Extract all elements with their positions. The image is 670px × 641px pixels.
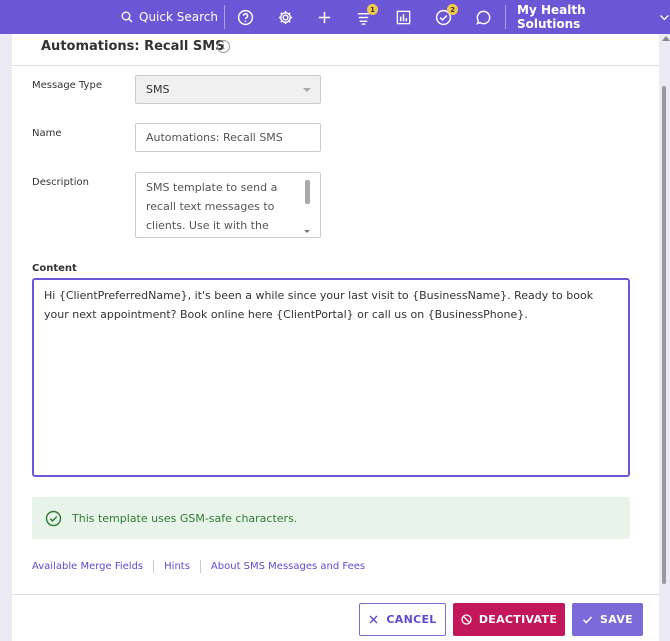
queue-icon[interactable]: 1	[354, 4, 378, 26]
template-editor-card: Automations: Recall SMS i Message Type S…	[12, 34, 659, 641]
name-label: Name	[32, 128, 62, 139]
link-divider	[199, 560, 201, 573]
save-label: SAVE	[600, 613, 633, 626]
cancel-label: CANCEL	[386, 613, 437, 626]
search-icon	[121, 11, 133, 23]
content-label: Content	[32, 263, 77, 274]
gsm-safe-notice: This template uses GSM-safe characters.	[32, 497, 630, 539]
deactivate-button[interactable]: DEACTIVATE	[453, 603, 565, 636]
close-icon	[369, 615, 378, 624]
reports-icon[interactable]	[394, 8, 412, 26]
hints-link[interactable]: Hints	[164, 561, 190, 572]
quick-search-button[interactable]: Quick Search	[121, 0, 218, 34]
scroll-down-arrow-icon[interactable]	[304, 230, 310, 233]
available-merge-fields-link[interactable]: Available Merge Fields	[32, 561, 143, 572]
description-text: SMS template to send a recall text messa…	[146, 181, 278, 232]
action-footer: CANCEL DEACTIVATE SAVE	[12, 594, 659, 641]
queue-count-badge: 1	[367, 4, 378, 15]
top-navigation-bar: Quick Search 1 2 My Health Solutions	[0, 0, 670, 34]
plus-icon[interactable]	[315, 8, 333, 26]
gsm-notice-text: This template uses GSM-safe characters.	[72, 511, 298, 525]
message-type-select[interactable]: SMS	[135, 75, 321, 104]
description-textarea[interactable]: SMS template to send a recall text messa…	[135, 172, 321, 238]
content-textarea[interactable]: Hi {ClientPreferredName}, it's been a wh…	[32, 278, 630, 477]
chevron-down-icon	[660, 14, 670, 20]
page-scrollbar[interactable]	[662, 86, 666, 584]
link-divider	[153, 560, 155, 573]
help-links: Available Merge Fields Hints About SMS M…	[32, 560, 365, 573]
check-circle-icon	[45, 510, 62, 526]
topbar-divider	[224, 5, 225, 29]
name-input[interactable]: Automations: Recall SMS	[135, 123, 321, 152]
message-type-label: Message Type	[32, 80, 102, 91]
tasks-count-badge: 2	[447, 4, 458, 15]
check-icon	[583, 616, 593, 624]
scroll-up-arrow-icon[interactable]	[662, 36, 670, 41]
topbar-divider	[505, 5, 506, 29]
page-title: Automations: Recall SMS	[41, 39, 225, 54]
gear-icon[interactable]	[276, 8, 294, 26]
help-icon[interactable]	[236, 8, 254, 26]
organization-name: My Health Solutions	[517, 3, 586, 31]
chat-icon[interactable]	[474, 8, 492, 26]
save-button[interactable]: SAVE	[572, 603, 643, 636]
quick-search-label: Quick Search	[139, 10, 218, 24]
info-icon[interactable]: i	[217, 40, 230, 53]
tasks-icon[interactable]: 2	[434, 4, 458, 26]
message-type-value: SMS	[146, 83, 170, 96]
textarea-scrollbar[interactable]	[305, 180, 310, 204]
caret-down-icon	[303, 88, 311, 92]
cancel-button[interactable]: CANCEL	[359, 603, 446, 636]
organization-switcher[interactable]: My Health Solutions	[517, 0, 670, 34]
about-sms-link[interactable]: About SMS Messages and Fees	[211, 561, 365, 572]
page-header: Automations: Recall SMS i	[12, 34, 659, 66]
description-label: Description	[32, 177, 89, 188]
deactivate-label: DEACTIVATE	[478, 613, 558, 626]
ban-icon	[461, 614, 472, 625]
